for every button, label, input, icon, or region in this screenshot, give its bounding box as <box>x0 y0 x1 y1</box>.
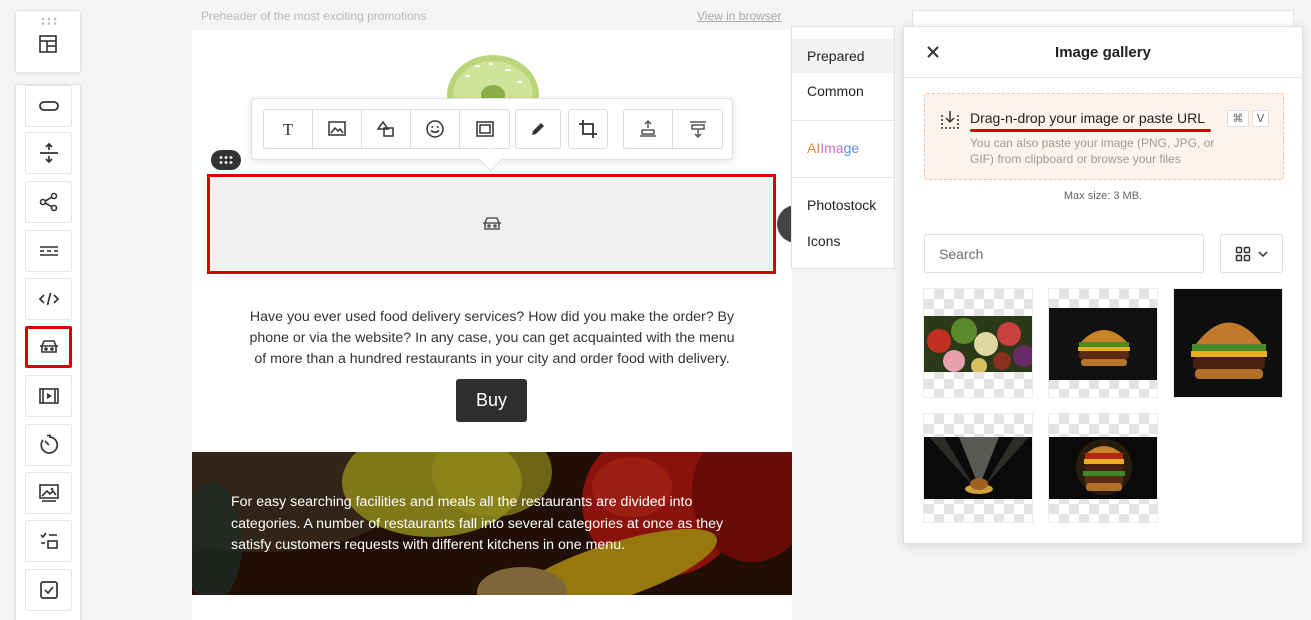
align-tools-group <box>623 109 723 149</box>
image-gallery-panel: Image gallery Drag-n-drop your image or … <box>903 26 1303 544</box>
form-block[interactable] <box>25 520 72 562</box>
block-drag-handle[interactable] <box>211 150 241 170</box>
svg-text:T: T <box>283 120 294 139</box>
gallery-search-input[interactable] <box>924 234 1204 273</box>
blocks-toolbar <box>15 84 81 620</box>
gallery-image-tower-burger[interactable] <box>1048 413 1158 523</box>
category-ai-image[interactable]: AI Ima ge <box>792 131 894 165</box>
crop-icon <box>579 120 597 138</box>
pencil-icon <box>532 123 544 135</box>
category-common[interactable]: Common <box>792 74 894 108</box>
gallery-categories: Prepared Common AI Ima ge Photostock Icon… <box>791 26 895 269</box>
gallery-image-burger-1[interactable] <box>1048 288 1158 398</box>
menu-block[interactable] <box>25 230 72 272</box>
carousel-image-block[interactable] <box>207 174 776 274</box>
carousel-placeholder <box>213 180 770 268</box>
category-prepared[interactable]: Prepared <box>792 39 894 73</box>
grid-icon <box>1235 246 1250 261</box>
cmd-key: ⌘ <box>1227 110 1249 127</box>
preheader-text[interactable]: Preheader of the most exciting promotion… <box>201 9 426 23</box>
banner-block[interactable] <box>25 472 72 514</box>
spacer-icon <box>39 142 58 164</box>
drop-zone-title: Drag-n-drop your image or paste URL <box>970 110 1205 126</box>
emoji-icon <box>426 120 444 138</box>
hero-banner[interactable]: For easy searching facilities and meals … <box>192 452 792 595</box>
category-photostock[interactable]: Photostock <box>792 188 894 222</box>
amp-carousel-icon <box>39 340 58 353</box>
spotlight-thumbnail <box>924 437 1032 499</box>
insert-emoji-button[interactable] <box>411 110 460 148</box>
upload-icon <box>941 111 959 129</box>
gallery-image-spotlight[interactable] <box>923 413 1033 523</box>
upload-drop-zone[interactable]: Drag-n-drop your image or paste URL ⌘ V … <box>924 93 1284 180</box>
video-block[interactable] <box>25 375 72 417</box>
spacer-block[interactable] <box>25 132 72 174</box>
gallery-title: Image gallery <box>1055 44 1151 61</box>
tower-burger-thumbnail <box>1049 437 1157 499</box>
button-icon <box>38 101 59 111</box>
amp-carousel-block[interactable] <box>25 326 72 368</box>
timer-block[interactable] <box>25 424 72 466</box>
checkbox-icon <box>39 581 58 599</box>
amp-carousel-icon <box>482 217 501 230</box>
text-icon: T <box>283 120 294 139</box>
video-icon <box>38 388 59 404</box>
gallery-header: Image gallery <box>904 27 1302 78</box>
highlight-underline <box>970 129 1211 132</box>
frame-icon <box>475 121 494 137</box>
insert-shape-button[interactable] <box>362 110 411 148</box>
image-block-toolbar: T <box>251 98 733 160</box>
button-block[interactable] <box>25 85 72 127</box>
intro-paragraph[interactable]: Have you ever used food delivery service… <box>246 307 738 370</box>
drop-zone-hint: You can also paste your image (PNG, JPG,… <box>970 136 1215 166</box>
banner-icon <box>38 484 59 502</box>
crop-tools-group <box>568 109 608 149</box>
edit-tools-group <box>515 109 561 149</box>
burger-thumbnail <box>1049 308 1157 380</box>
image-icon <box>328 121 346 136</box>
shapes-icon <box>376 120 394 137</box>
align-top-icon <box>640 119 656 137</box>
burger-thumbnail-large <box>1174 289 1282 397</box>
html-code-icon <box>38 292 59 306</box>
chevron-down-icon <box>1257 250 1268 257</box>
crop-button[interactable] <box>569 110 607 148</box>
gallery-image-vegetables[interactable] <box>923 288 1033 398</box>
social-share-icon <box>39 192 57 212</box>
insert-tools-group: T <box>263 109 510 149</box>
vegetables-thumbnail <box>924 316 1032 372</box>
buy-button[interactable]: Buy <box>456 379 527 422</box>
insert-image-button[interactable] <box>313 110 362 148</box>
menu-icon <box>39 246 58 256</box>
edit-image-button[interactable] <box>516 110 560 148</box>
drag-grip-icon <box>41 17 57 25</box>
align-top-button[interactable] <box>624 110 673 148</box>
checkbox-block[interactable] <box>25 569 72 611</box>
timer-icon <box>39 434 58 454</box>
view-in-browser-link[interactable]: View in browser <box>697 9 781 23</box>
structure-panel-toggle[interactable] <box>15 10 81 73</box>
insert-text-button[interactable]: T <box>264 110 313 148</box>
gallery-image-burger-2[interactable] <box>1173 288 1283 398</box>
layout-blocks-icon <box>39 35 57 53</box>
insert-frame-button[interactable] <box>460 110 509 148</box>
v-key: V <box>1252 110 1269 127</box>
align-middle-icon <box>689 121 706 139</box>
form-icon <box>39 532 58 549</box>
max-size-note: Max size: 3 MB. <box>1063 190 1143 202</box>
category-icons[interactable]: Icons <box>792 224 894 258</box>
align-middle-button[interactable] <box>673 110 722 148</box>
social-block[interactable] <box>25 181 72 223</box>
html-block[interactable] <box>25 278 72 320</box>
hero-text[interactable]: For easy searching facilities and meals … <box>231 492 741 557</box>
view-mode-dropdown[interactable] <box>1220 234 1283 273</box>
